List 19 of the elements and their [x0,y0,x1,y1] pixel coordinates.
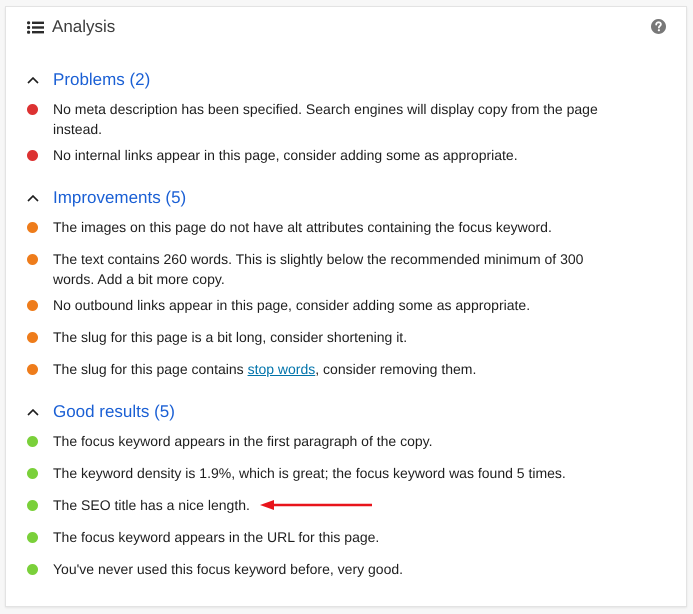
section-toggle[interactable]: Good results (5) [27,400,175,424]
result-text: You've never used this focus keyword before, very good. [53,560,404,579]
result-text: The slug for this page contains stop words, consider removing them. [53,360,476,379]
result-text: No internal links appear in this page, consider adding some as appropriate. [53,146,518,165]
result-text: The text contains 260 words. This is slightly below the recommended minimum of 300 words. Add a bit more copy. [53,250,584,289]
result-text: The images on this page do not have alt attributes containing the focus keyword. [53,218,552,237]
result-text: No meta description has been specified. Search engines will display copy from the page instead. [53,100,599,139]
stop-words-link[interactable]: stop words [248,361,316,377]
result-text: No outbound links appear in this page, consider adding some as appropriate. [53,296,530,315]
result-text: The SEO title has a nice length. [53,496,250,515]
section-toggle[interactable]: Problems (2) [27,68,150,92]
help-icon[interactable] [651,18,666,34]
section-toggle[interactable]: Improvements (5) [27,186,186,210]
result-text: The focus keyword appears in the first paragraph of the copy. [53,432,433,451]
result-text: The slug for this page is a bit long, consider shortening it. [53,328,408,347]
result-text: The keyword density is 1.9%, which is great; the focus keyword was found 5 times. [53,464,566,483]
list-icon [27,20,44,34]
panel-title: Analysis [52,16,116,38]
result-text: The focus keyword appears in the URL for this page. [53,528,380,547]
